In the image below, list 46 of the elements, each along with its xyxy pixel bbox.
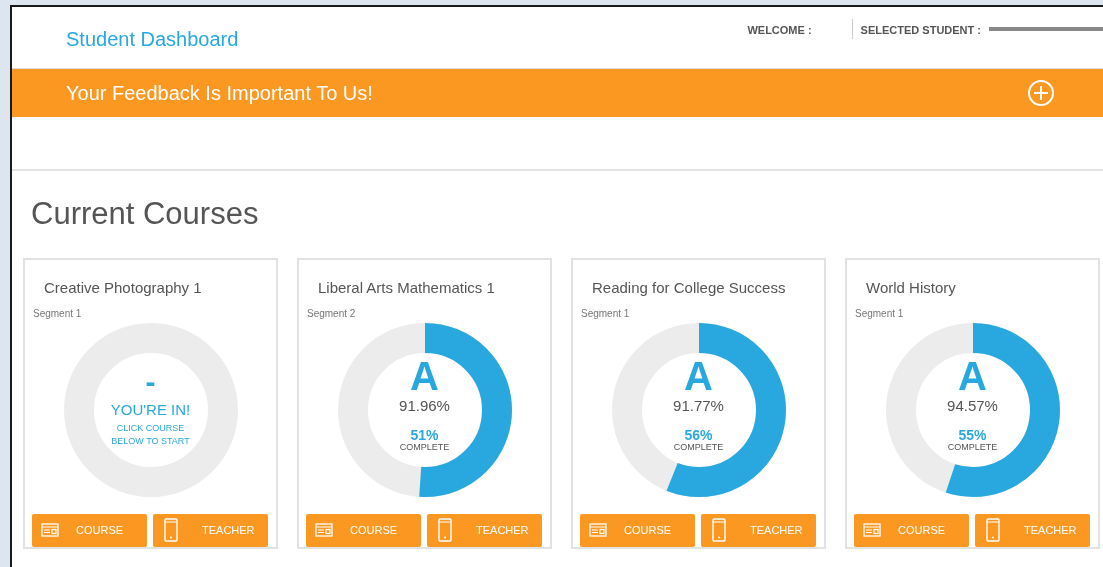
course-icon [863, 523, 881, 537]
course-button[interactable]: COURSE [854, 513, 969, 547]
letter-grade: A [958, 357, 987, 395]
complete-percent: 55% [958, 427, 987, 442]
course-icon [315, 523, 333, 537]
course-button[interactable]: COURSE [32, 513, 147, 547]
course-name: Reading for College Success [592, 277, 787, 298]
feedback-banner[interactable]: Your Feedback Is Important To Us! [12, 69, 1103, 117]
page-title: Student Dashboard [66, 27, 239, 52]
selected-student-label: SELECTED STUDENT : [860, 23, 981, 38]
segment-label: Segment 1 [33, 307, 83, 321]
course-button[interactable]: COURSE [580, 513, 695, 547]
grade-score: 91.77% [673, 396, 724, 416]
welcome-label: WELCOME : [747, 23, 812, 38]
enrolled-headline: YOU'RE IN! [110, 400, 191, 420]
segment-label: Segment 1 [581, 307, 631, 321]
teacher-button[interactable]: TEACHER [701, 513, 816, 547]
start-message: CLICK COURSE BELOW TO START [110, 421, 191, 448]
course-icon [41, 523, 59, 537]
complete-label: COMPLETE [399, 441, 450, 452]
complete-percent: 51% [410, 427, 439, 442]
course-name: Creative Photography 1 [44, 277, 203, 298]
grade-score: 94.57% [947, 396, 998, 416]
segment-label: Segment 1 [855, 307, 905, 321]
teacher-button[interactable]: TEACHER [427, 513, 542, 547]
dash-mark: - [145, 369, 156, 395]
section-title: Current Courses [31, 195, 260, 233]
phone-icon [712, 518, 726, 542]
teacher-button[interactable]: TEACHER [975, 513, 1090, 547]
segment-label: Segment 2 [307, 307, 357, 321]
phone-icon [164, 518, 178, 542]
teacher-button[interactable]: TEACHER [153, 513, 268, 547]
course-name: World History [866, 277, 957, 298]
course-button[interactable]: COURSE [306, 513, 421, 547]
complete-label: COMPLETE [673, 441, 724, 452]
complete-label: COMPLETE [947, 441, 998, 452]
letter-grade: A [410, 357, 439, 395]
letter-grade: A [684, 357, 713, 395]
feedback-text: Your Feedback Is Important To Us! [66, 81, 374, 106]
course-icon [589, 523, 607, 537]
complete-percent: 56% [684, 427, 713, 442]
grade-score: 91.96% [399, 396, 450, 416]
course-name: Liberal Arts Mathematics 1 [318, 277, 496, 298]
expand-plus-icon[interactable] [1027, 79, 1055, 107]
phone-icon [986, 518, 1000, 542]
phone-icon [438, 518, 452, 542]
